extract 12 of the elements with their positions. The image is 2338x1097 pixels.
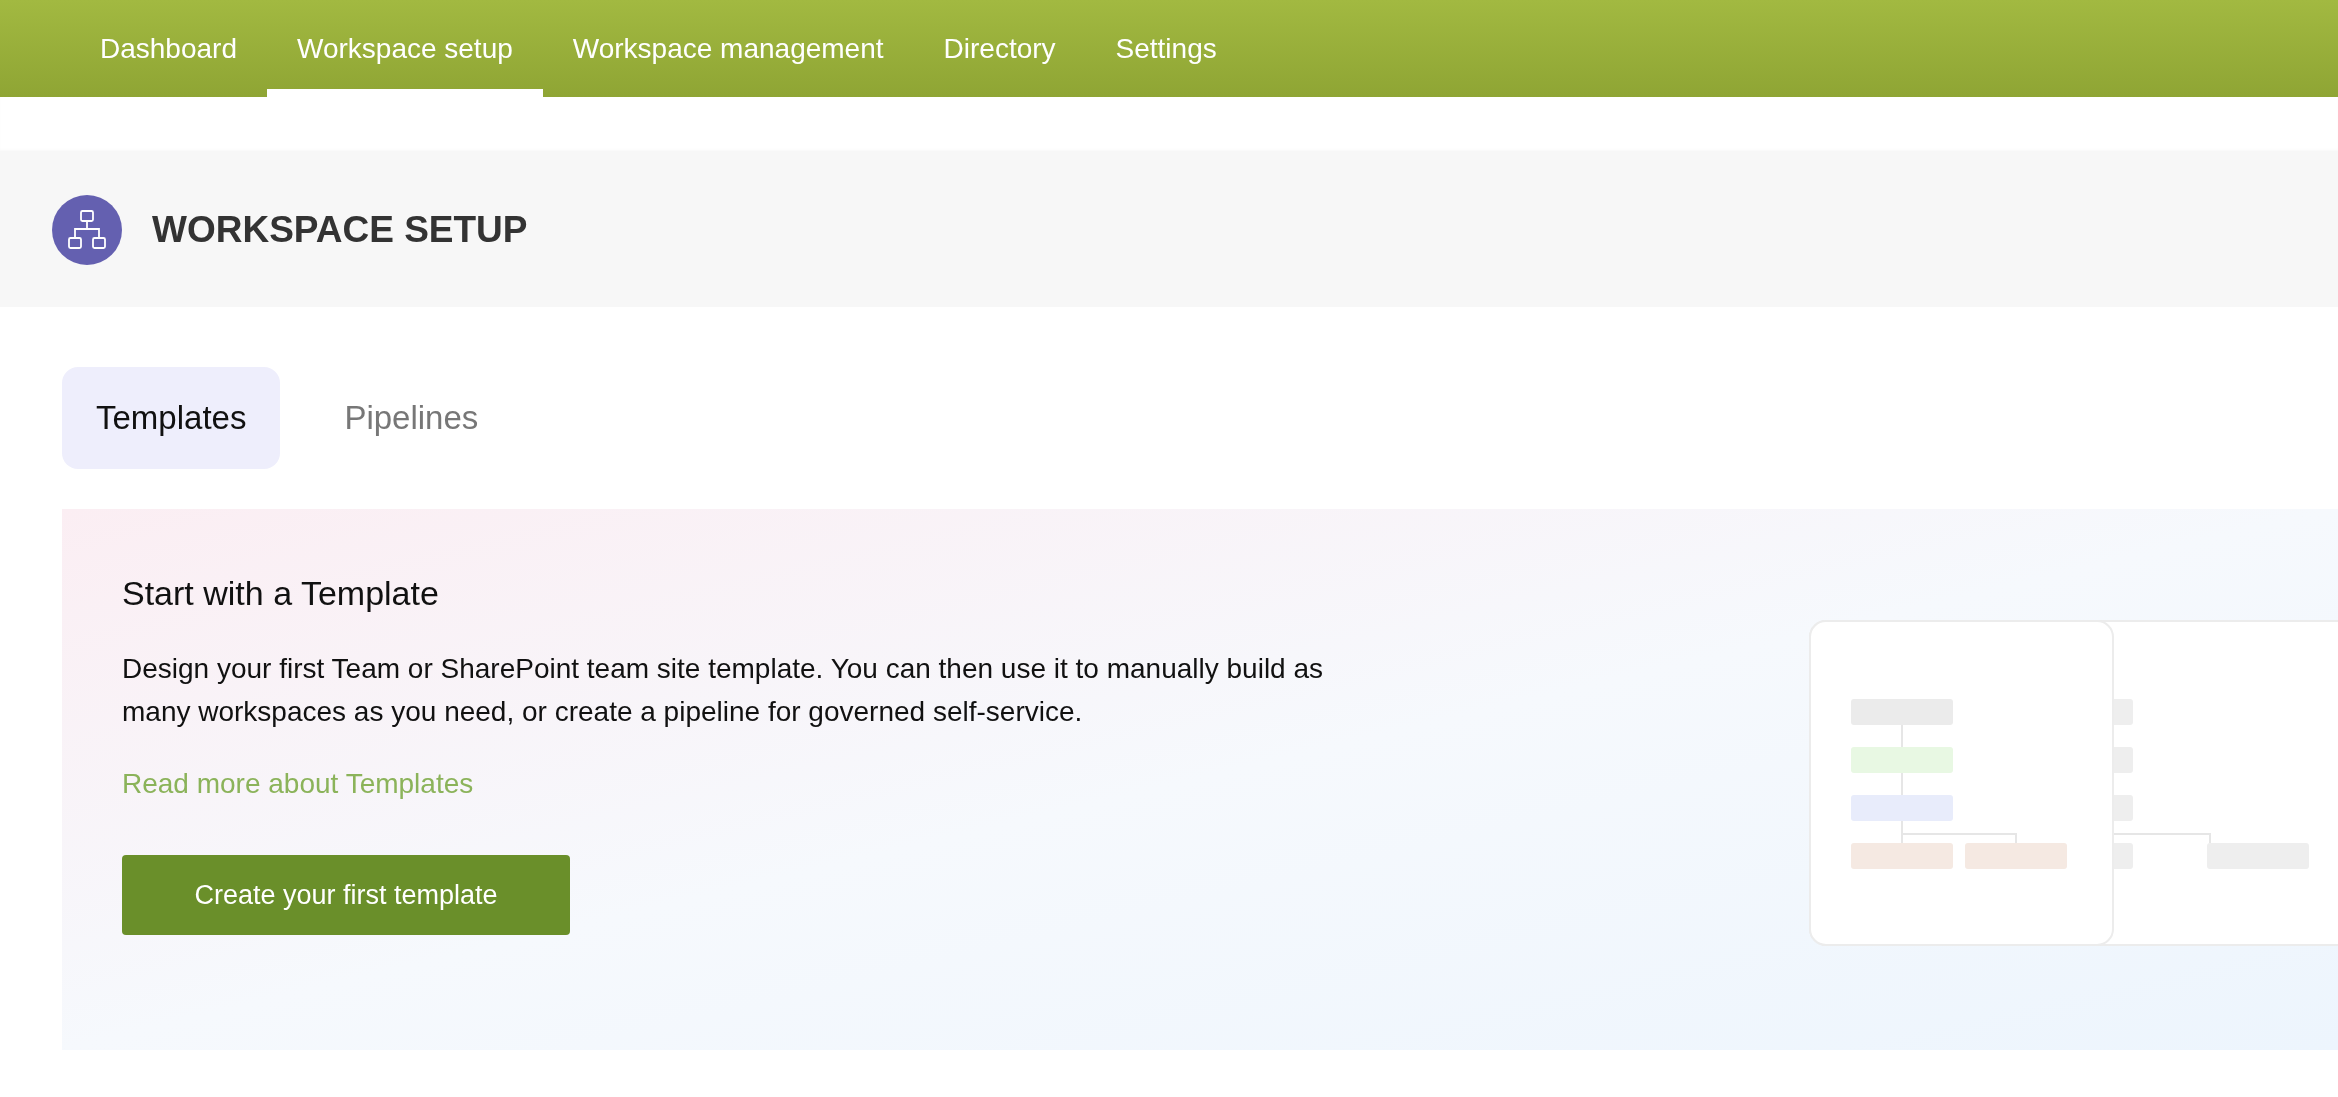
- card-title: Start with a Template: [122, 573, 440, 614]
- nav-tab[interactable]: Workspace management: [542, 0, 914, 97]
- tab[interactable]: Pipelines: [310, 367, 513, 469]
- card-description: Design your first Team or SharePoint team site template. You can then use it to manually build as many workspaces as you need, or create a pipeline for governed self-service.: [122, 652, 1325, 729]
- read-more-link[interactable]: Read more about Templates: [122, 763, 474, 805]
- page-title: WORKSPACE SETUP: [152, 207, 528, 252]
- create-template-button[interactable]: Create your first template: [122, 855, 570, 935]
- nav-tab[interactable]: Dashboard: [70, 0, 267, 97]
- sitemap-icon: [52, 194, 122, 265]
- nav-tab[interactable]: Settings: [1085, 0, 1247, 97]
- nav-tab[interactable]: Directory: [913, 0, 1086, 97]
- tab[interactable]: Templates: [62, 367, 281, 469]
